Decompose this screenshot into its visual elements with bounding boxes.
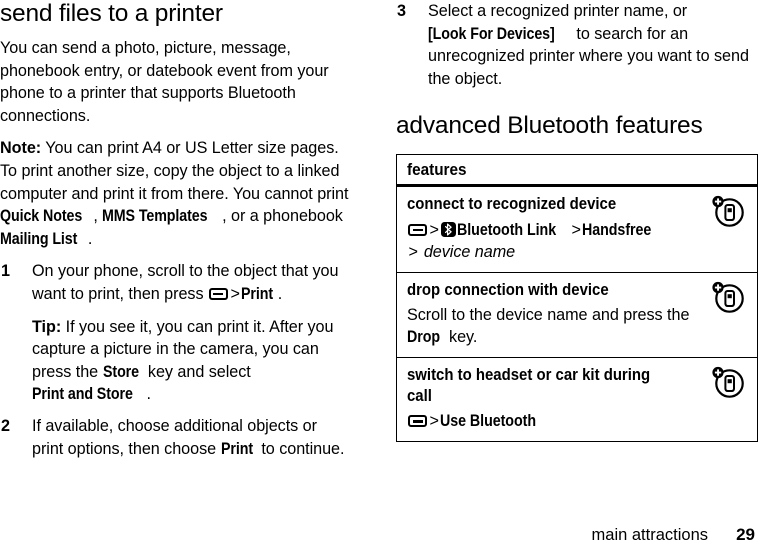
path-label-use-bluetooth: Use Bluetooth (440, 412, 537, 431)
step-1-tip: Tip: If you see it, you can print it. Af… (32, 316, 350, 406)
tip-label: Tip: (32, 317, 62, 336)
phone-add-circle-icon (709, 279, 747, 315)
path-arrow: > (571, 220, 581, 239)
step-3-text-part-1: Select a recognized printer name, or (428, 2, 688, 20)
ui-label-print-2: Print (220, 439, 253, 458)
features-table-header: features (397, 155, 757, 188)
row-title-connect: connect to recognized device (407, 194, 617, 214)
ui-label-mailing-list: Mailing List (0, 229, 78, 248)
step-1-text: On your phone, scroll to the object that… (32, 260, 350, 305)
menu-key-icon (408, 415, 427, 428)
path-arrow: > (429, 412, 439, 431)
table-row[interactable]: drop connection with device Scroll to th… (397, 273, 757, 359)
step-2: 2 If available, choose additional object… (0, 415, 350, 460)
menu-key-icon (208, 287, 228, 300)
right-column: 3 Select a recognized printer name, or [… (396, 0, 758, 443)
step-2-text-part-2: to continue. (256, 439, 345, 458)
step-1-number: 1 (1, 262, 11, 281)
features-column-header: features (407, 160, 467, 180)
row-body-drop-part-1: Scroll to the device name and press the (407, 306, 690, 325)
menu-key-icon (408, 223, 427, 236)
step-2-number: 2 (1, 416, 11, 435)
path-label-bluetooth-link: Bluetooth Link (457, 220, 557, 239)
path-arrow: > (429, 220, 439, 239)
path-label-device-name: device name (423, 242, 516, 261)
ui-label-look-for-devices: [Look For Devices] (428, 24, 555, 43)
bluetooth-icon (441, 222, 457, 238)
note-label: Note: (0, 139, 42, 158)
page-title: send files to a printer (0, 0, 223, 27)
tip-text-2: key and select (143, 362, 251, 381)
footer-chapter-name: main attractions (591, 526, 708, 544)
ui-label-mms-templates: MMS Templates (102, 207, 208, 226)
ui-label-quick-notes: Quick Notes (0, 207, 83, 226)
table-row[interactable]: connect to recognized device > Bluetooth … (397, 187, 757, 273)
ui-label-drop: Drop (407, 328, 441, 347)
tip-text-3: . (146, 385, 152, 404)
row-body-connect: > Bluetooth Link >Handsfree > device name (407, 219, 699, 263)
note-text-3: , or a phonebook (222, 207, 343, 226)
step-1-arrow: > (230, 284, 240, 303)
row-body-drop: Scroll to the device name and press the … (407, 304, 699, 348)
table-row[interactable]: switch to headset or car kit during call… (397, 358, 757, 441)
advanced-features-title: advanced Bluetooth features (396, 112, 703, 140)
features-table: features connect to recognized device > B… (396, 154, 758, 443)
row-title-switch: switch to headset or car kit during call (407, 365, 651, 405)
note-text-4: . (87, 229, 93, 248)
path-label-handsfree: Handsfree (582, 220, 652, 239)
phone-add-circle-icon (709, 193, 747, 229)
step-1-text-part-2: . (277, 284, 283, 303)
row-title-drop: drop connection with device (407, 279, 609, 299)
step-3-number: 3 (397, 2, 407, 20)
ui-label-store: Store (102, 362, 139, 381)
step-1: 1 On your phone, scroll to the object th… (0, 260, 350, 406)
note-text-2: , (93, 207, 103, 226)
step-3-text: Select a recognized printer name, or [Lo… (428, 0, 758, 90)
step-2-text: If available, choose additional objects … (32, 415, 350, 460)
row-body-switch: >Use Bluetooth (407, 410, 699, 432)
footer-page-number: 29 (736, 525, 755, 544)
note-paragraph: Note: You can print A4 or US Letter size… (0, 137, 350, 250)
phone-add-circle-icon (709, 364, 747, 400)
row-body-drop-part-2: key. (444, 328, 478, 347)
left-column: send files to a printer You can send a p… (0, 0, 350, 469)
step-1-text-part-1: On your phone, scroll to the object that… (32, 262, 339, 303)
note-text-1: You can print A4 or US Letter size pages… (0, 139, 349, 203)
intro-paragraph: You can send a photo, picture, message, … (0, 39, 329, 125)
ui-label-print-and-store: Print and Store (32, 385, 133, 404)
page-footer: main attractions 29 (0, 519, 758, 545)
ui-label-print: Print (241, 284, 274, 303)
manual-page: send files to a printer You can send a p… (0, 0, 758, 546)
step-3: 3 Select a recognized printer name, or [… (396, 0, 758, 90)
path-arrow: > (408, 242, 418, 261)
